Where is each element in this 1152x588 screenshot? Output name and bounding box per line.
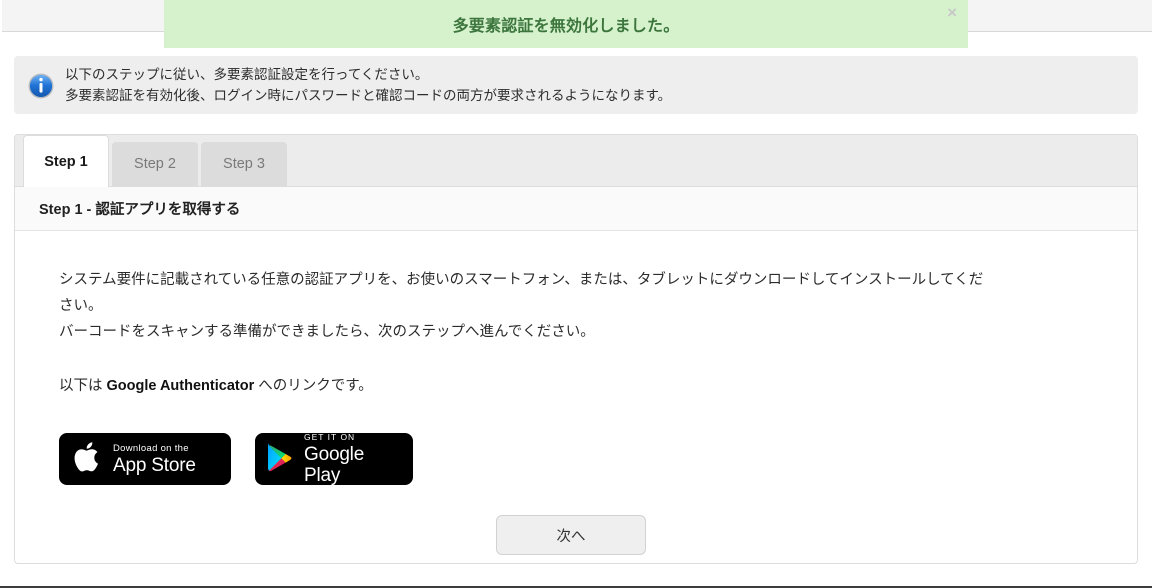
google-play-badge-small: GET IT ON xyxy=(304,432,356,442)
link-intro-brand: Google Authenticator xyxy=(106,378,255,394)
close-icon[interactable]: × xyxy=(947,4,957,21)
info-text: 以下のステップに従い、多要素認証設定を行ってください。 多要素認証を有効化後、ロ… xyxy=(65,64,671,106)
google-play-badge-big: Google Play xyxy=(304,444,365,486)
tab-step-3[interactable]: Step 3 xyxy=(201,142,287,186)
info-notice: 以下のステップに従い、多要素認証設定を行ってください。 多要素認証を有効化後、ロ… xyxy=(14,56,1138,114)
link-intro-paragraph: 以下は Google Authenticator へのリンクです。 xyxy=(59,373,1099,399)
info-line-1: 以下のステップに従い、多要素認証設定を行ってください。 xyxy=(65,67,429,82)
instruction-paragraph: システム要件に記載されている任意の認証アプリを、お使いのスマートフォン、または、… xyxy=(59,267,1099,345)
store-badges: Download on the App Store GET IT ON Goog… xyxy=(59,432,1137,486)
link-intro-prefix: 以下は xyxy=(59,378,107,394)
info-line-2: 多要素認証を有効化後、ログイン時にパスワードと確認コードの両方が要求されるように… xyxy=(65,88,672,103)
panel-body: システム要件に記載されている任意の認証アプリを、お使いのスマートフォン、または、… xyxy=(15,231,1137,555)
google-play-triangle-icon xyxy=(267,442,294,477)
instruction-line-1: システム要件に記載されている任意の認証アプリを、お使いのスマートフォン、または、… xyxy=(59,272,984,288)
button-row: 次へ xyxy=(59,515,1083,555)
step-tabs: Step 1 Step 2 Step 3 xyxy=(15,135,1137,187)
next-button[interactable]: 次へ xyxy=(496,515,646,555)
success-alert-banner: 多要素認証を無効化しました。 × xyxy=(164,0,968,48)
app-store-badge-small: Download on the xyxy=(113,442,189,454)
section-heading: Step 1 - 認証アプリを取得する xyxy=(15,187,1137,231)
setup-panel: Step 1 Step 2 Step 3 Step 1 - 認証アプリを取得する… xyxy=(14,134,1138,564)
tab-step-3-label: Step 3 xyxy=(223,156,265,172)
top-strip-left-edge xyxy=(0,0,2,32)
instruction-line-2: さい。 xyxy=(59,298,103,314)
apple-logo-icon xyxy=(73,440,103,479)
instruction-line-3: バーコードをスキャンする準備ができましたら、次のステップへ進んでください。 xyxy=(59,324,595,340)
alert-message: 多要素認証を無効化しました。 xyxy=(452,18,680,35)
app-store-badge-text: Download on the App Store xyxy=(113,443,196,476)
tab-step-1-label: Step 1 xyxy=(44,153,88,170)
page-root: 多要素認証を無効化しました。 × 以下のステップに従い、多要素認証設定を行ってく… xyxy=(0,0,1152,588)
info-circle-icon xyxy=(28,73,54,99)
google-play-badge[interactable]: GET IT ON Google Play xyxy=(255,432,413,486)
google-play-badge-text: GET IT ON Google Play xyxy=(304,432,401,486)
tab-step-2[interactable]: Step 2 xyxy=(112,142,198,186)
app-store-badge[interactable]: Download on the App Store xyxy=(59,433,231,485)
link-intro-suffix: へのリンクです。 xyxy=(254,378,373,394)
tab-step-1[interactable]: Step 1 xyxy=(23,135,109,187)
app-store-badge-big: App Store xyxy=(113,454,196,476)
tab-step-2-label: Step 2 xyxy=(134,156,176,172)
